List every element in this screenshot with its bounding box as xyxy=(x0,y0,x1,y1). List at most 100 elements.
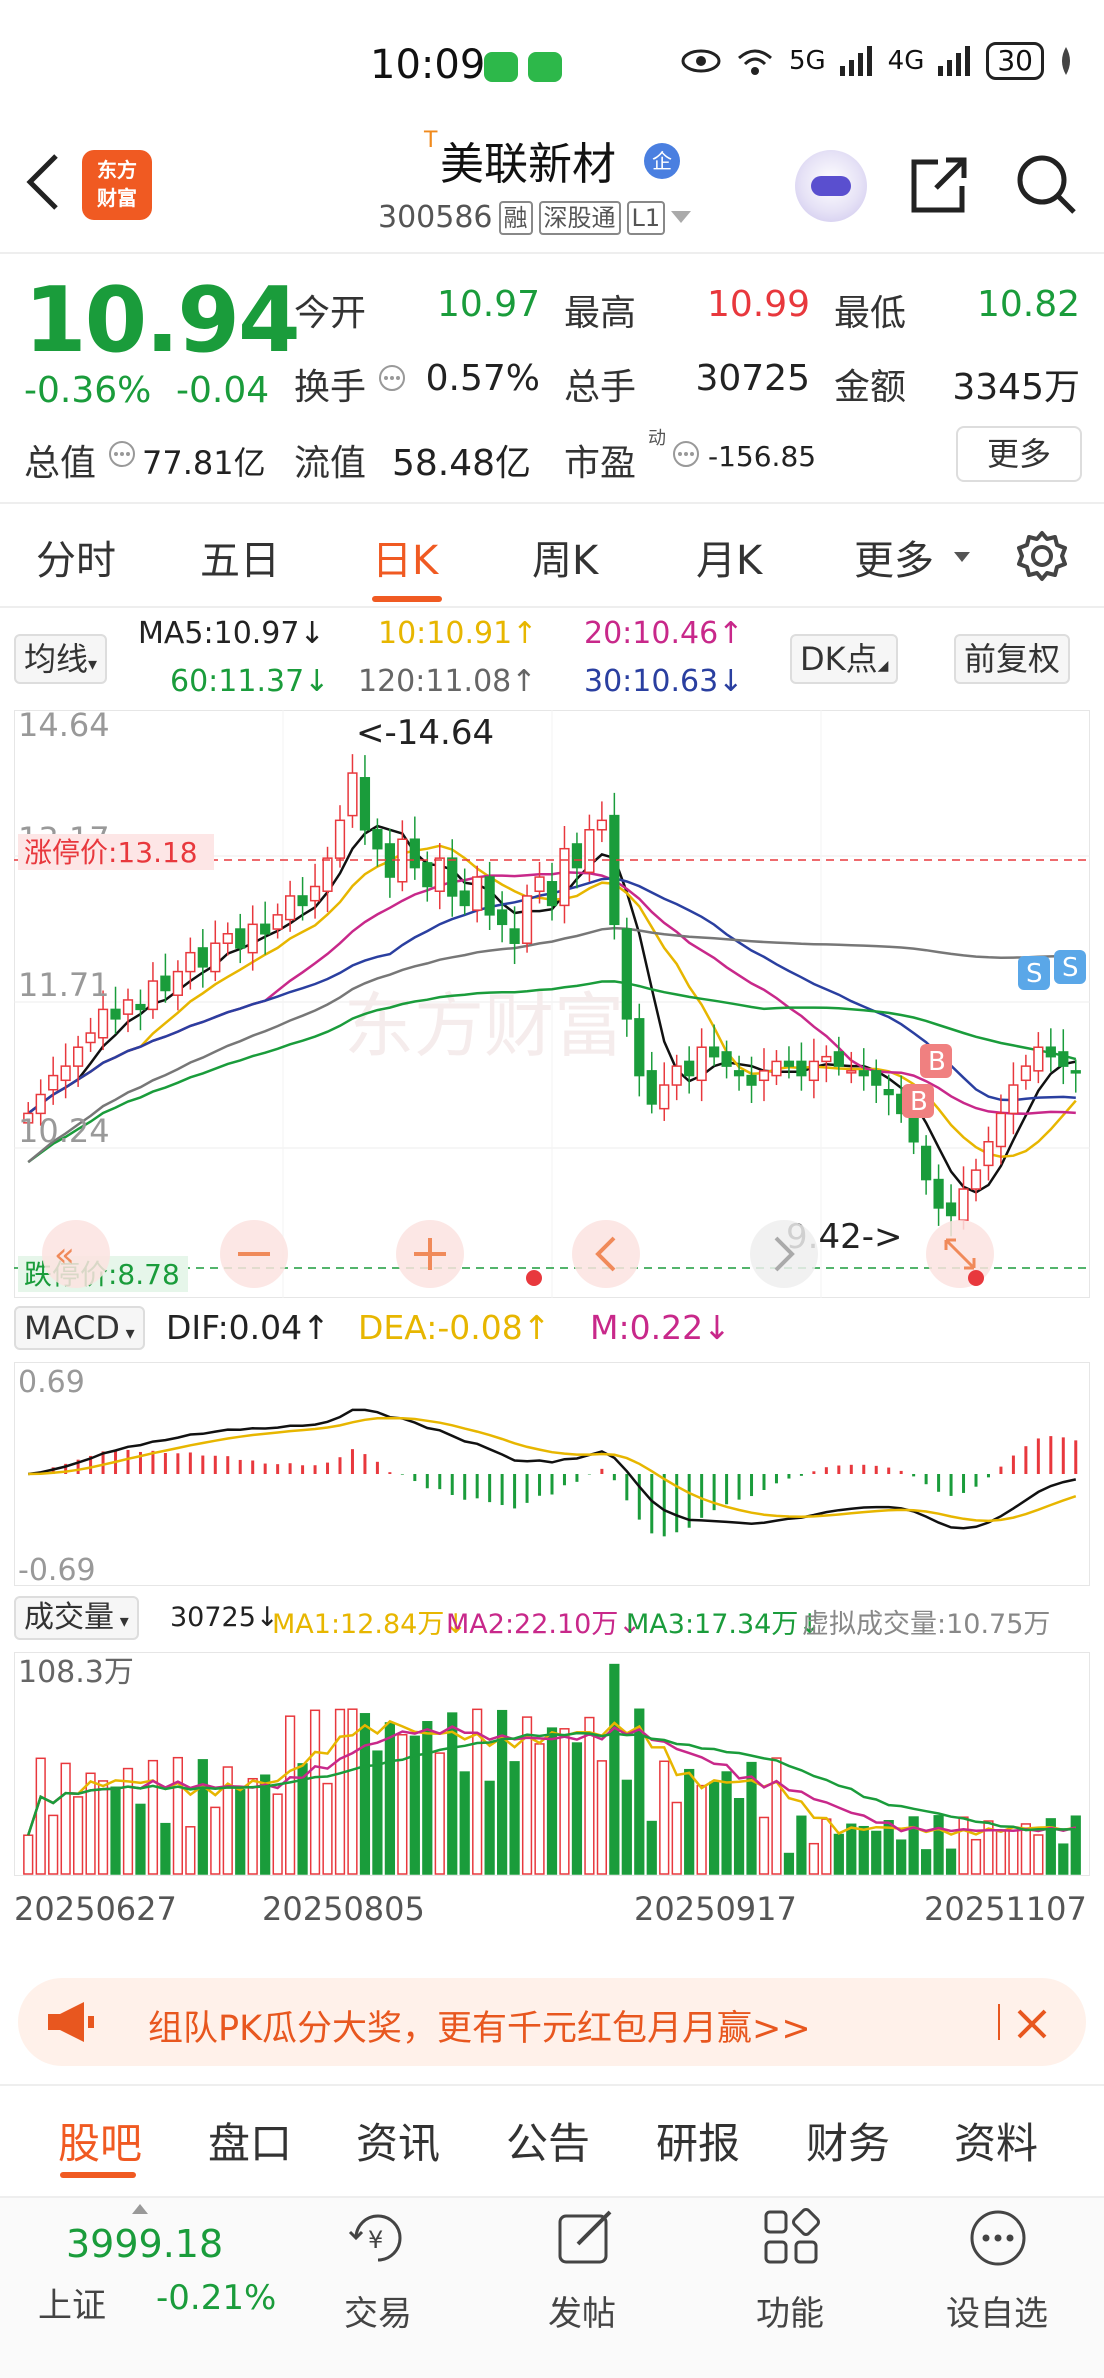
zoom-out-button[interactable] xyxy=(220,1220,288,1288)
tab-monthly-k[interactable]: 月K xyxy=(696,528,762,586)
candle-body xyxy=(409,838,420,869)
stock-name[interactable]: 美联新材 xyxy=(440,128,616,192)
enterprise-badge: 企 xyxy=(644,143,680,179)
stock-code: 300586 xyxy=(378,200,493,235)
volume-bar xyxy=(85,1772,96,1875)
red-dot xyxy=(526,1270,542,1286)
candle-body xyxy=(359,777,371,831)
candle-body xyxy=(609,814,620,926)
candlestick-chart[interactable]: 东方财富 14.64 13.17 11.71 10.24 涨停价:13.18 跌… xyxy=(14,710,1090,1298)
change-percent: -0.36% xyxy=(24,370,152,411)
dk-point-button[interactable]: DK点◢ xyxy=(790,634,899,684)
close-icon[interactable] xyxy=(1016,2008,1048,2040)
wifi-icon xyxy=(737,49,772,75)
volume-bar xyxy=(546,1727,558,1875)
volume-bar xyxy=(808,1842,819,1875)
settings-gear-icon[interactable] xyxy=(1016,530,1068,582)
volume-bar xyxy=(1008,1826,1019,1875)
wechat-icon xyxy=(528,52,562,82)
more-button[interactable]: 更多 xyxy=(956,426,1082,482)
macd-selector[interactable]: MACD ▾ xyxy=(14,1306,145,1350)
volume-bar xyxy=(210,1806,221,1875)
tab-pankou[interactable]: 盘口 xyxy=(208,2110,292,2171)
volume-selector[interactable]: 成交量 ▾ xyxy=(14,1596,139,1640)
tab-research[interactable]: 研报 xyxy=(656,2110,740,2171)
nav-add-watchlist-label[interactable]: 设自选 xyxy=(946,2286,1048,2335)
info-icon[interactable] xyxy=(672,440,700,468)
volume-bar xyxy=(322,1782,333,1875)
functions-grid-icon[interactable] xyxy=(762,2208,822,2268)
tab-intraday[interactable]: 分时 xyxy=(36,528,116,586)
buy-marker[interactable]: B xyxy=(920,1044,952,1078)
candle-body xyxy=(1020,1065,1031,1082)
zoom-in-button[interactable] xyxy=(396,1220,464,1288)
index-change[interactable]: -0.21% xyxy=(156,2278,276,2318)
tab-finance[interactable]: 财务 xyxy=(806,2110,890,2171)
pe-label: 市盈 xyxy=(564,443,637,484)
candle-body xyxy=(721,1051,732,1067)
nav-trade-label[interactable]: 交易 xyxy=(344,2286,412,2335)
more-dots-icon[interactable] xyxy=(968,2208,1028,2268)
volume-bar xyxy=(596,1760,607,1875)
info-icon[interactable] xyxy=(108,440,136,468)
svg-text:«: « xyxy=(54,1235,75,1275)
tab-announcements[interactable]: 公告 xyxy=(506,2110,590,2171)
post-edit-icon[interactable] xyxy=(556,2208,616,2268)
scroll-left-button[interactable] xyxy=(572,1220,640,1288)
tab-news[interactable]: 资讯 xyxy=(356,2110,440,2171)
open-label: 今开 xyxy=(294,293,367,334)
candle-body xyxy=(571,843,583,869)
adjust-button[interactable]: 前复权 xyxy=(954,634,1071,684)
candle-body xyxy=(933,1178,944,1209)
volume-label: 总手 xyxy=(564,367,637,408)
tab-guba[interactable]: 股吧 xyxy=(58,2110,142,2171)
nav-functions-label[interactable]: 功能 xyxy=(756,2286,824,2335)
tab-weekly-k[interactable]: 周K xyxy=(532,528,598,586)
volume-bar xyxy=(147,1759,159,1875)
index-value[interactable]: 3999.18 xyxy=(66,2222,223,2266)
macd-chart[interactable]: 0.69 -0.69 xyxy=(14,1362,1090,1586)
stock-code-row[interactable]: 300586 融 深股通 L1 xyxy=(378,200,692,235)
volume-bar xyxy=(709,1781,720,1875)
scroll-left-fast-button[interactable]: « xyxy=(42,1220,110,1288)
trade-yen-icon[interactable]: ¥ xyxy=(346,2208,410,2268)
banner-text[interactable]: 组队PK瓜分大奖，更有千元红包月月赢>> xyxy=(148,2000,811,2051)
ai-assistant-icon[interactable] xyxy=(795,150,867,222)
tab-daily-k[interactable]: 日K xyxy=(372,528,438,586)
volume-bar xyxy=(933,1815,944,1875)
candle-body xyxy=(322,857,333,892)
app-logo: 东方 财富 xyxy=(82,150,152,220)
volume-bar xyxy=(135,1803,146,1875)
search-icon[interactable] xyxy=(1014,152,1078,216)
scroll-right-button[interactable] xyxy=(750,1220,818,1288)
candle-body xyxy=(459,890,470,907)
indicator-selector[interactable]: 均线▾ xyxy=(14,634,108,684)
svg-text:¥: ¥ xyxy=(368,2226,383,2254)
vol-current: 30725↓ xyxy=(170,1602,279,1633)
candle-body xyxy=(210,942,221,973)
sell-marker[interactable]: S xyxy=(1018,956,1050,990)
x-label-4: 20251107 xyxy=(924,1890,1087,1928)
volume-bar xyxy=(185,1826,196,1875)
candle-body xyxy=(1033,1046,1044,1072)
tab-5day[interactable]: 五日 xyxy=(200,528,280,586)
volume-chart[interactable]: 108.3万 xyxy=(14,1652,1090,1876)
candle-body xyxy=(372,829,383,850)
low-value: 10.82 xyxy=(976,284,1080,325)
back-icon[interactable] xyxy=(22,152,62,212)
index-name[interactable]: 上证 xyxy=(38,2278,106,2327)
tab-more[interactable]: 更多 xyxy=(854,528,934,586)
turnover-value: 0.57% xyxy=(425,358,540,399)
nav-post-label[interactable]: 发帖 xyxy=(548,2286,616,2335)
dropdown-icon xyxy=(671,210,692,223)
logo-text-1: 东方 xyxy=(97,158,137,182)
watermark: 东方财富 xyxy=(344,985,624,1067)
share-icon[interactable] xyxy=(908,154,970,216)
tab-profile[interactable]: 资料 xyxy=(954,2110,1038,2171)
volume-bar xyxy=(235,1789,246,1875)
volume-bar xyxy=(60,1762,71,1875)
buy-marker[interactable]: B xyxy=(902,1084,934,1118)
info-icon[interactable] xyxy=(378,364,406,392)
sell-marker[interactable]: S xyxy=(1054,950,1086,984)
candle-body xyxy=(1070,1070,1081,1074)
